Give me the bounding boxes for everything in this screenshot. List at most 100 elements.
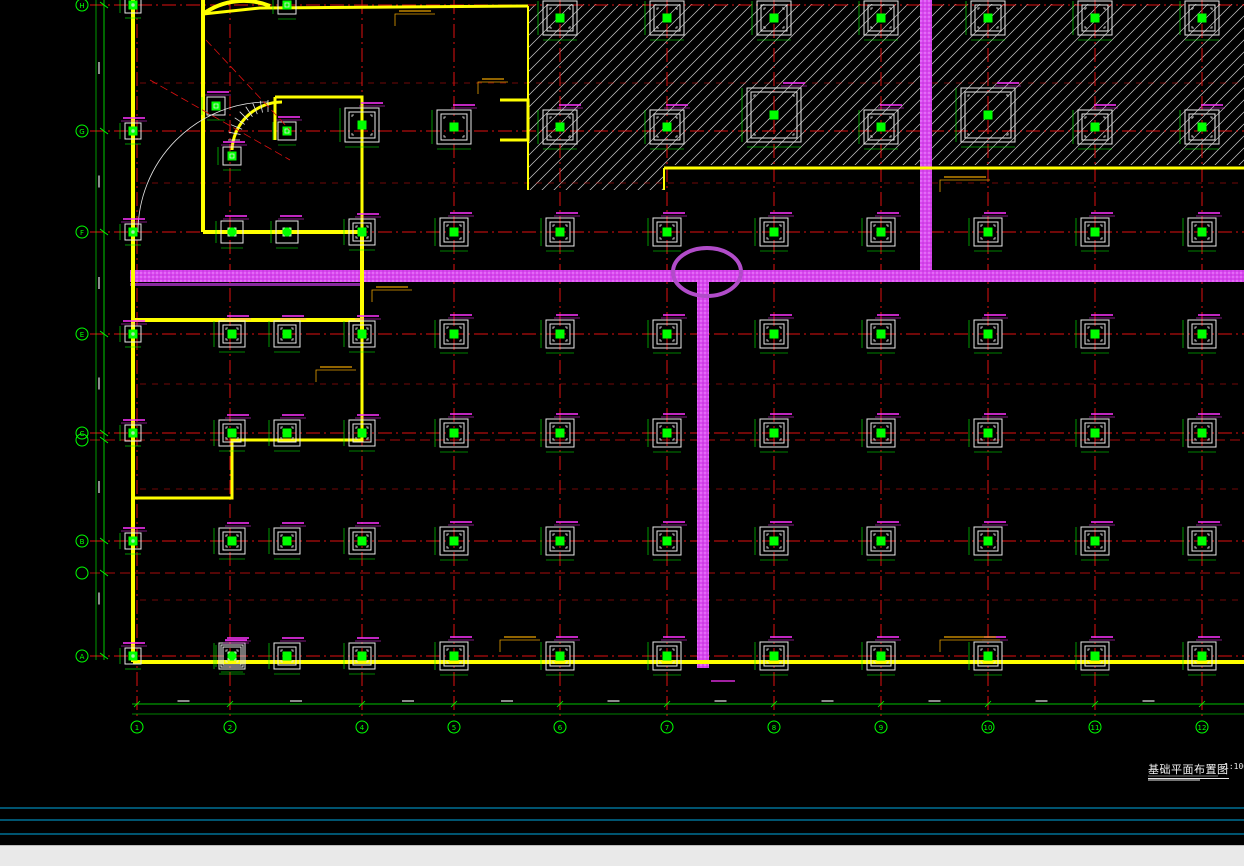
- axis-bubble-row-label: E: [80, 331, 84, 339]
- footing: [434, 217, 469, 252]
- footing: [119, 325, 142, 348]
- column: [1197, 536, 1207, 546]
- footing: [434, 319, 469, 354]
- footing: [647, 641, 682, 676]
- axis-bubble-col-label: 2: [228, 724, 232, 732]
- column: [769, 110, 779, 120]
- column: [128, 651, 138, 661]
- footing: [647, 418, 682, 453]
- axis-bubble-col-label: 1: [135, 724, 139, 732]
- footing: [754, 418, 789, 453]
- column: [983, 329, 993, 339]
- column: [449, 428, 459, 438]
- axis-bubble-row-label: B: [80, 538, 85, 546]
- column: [876, 536, 886, 546]
- column: [876, 651, 886, 661]
- column: [876, 428, 886, 438]
- footing: [861, 319, 896, 354]
- column: [282, 227, 292, 237]
- column: [983, 536, 993, 546]
- column: [1090, 13, 1100, 23]
- footing: [647, 526, 682, 561]
- wall-inner-step: [203, 230, 364, 333]
- annotation-leader: [394, 13, 435, 26]
- column: [128, 0, 138, 10]
- column: [282, 651, 292, 661]
- column: [227, 151, 237, 161]
- column: [769, 329, 779, 339]
- grade-beam-horizontal: [130, 270, 1244, 282]
- column: [662, 122, 672, 132]
- column: [449, 227, 459, 237]
- footing: [968, 319, 1003, 354]
- column: [1090, 227, 1100, 237]
- column: [1090, 122, 1100, 132]
- column: [555, 329, 565, 339]
- footing: [339, 107, 380, 148]
- footing: [343, 419, 376, 452]
- column: [357, 329, 367, 339]
- column: [282, 536, 292, 546]
- footing: [968, 641, 1003, 676]
- footing: [343, 218, 376, 251]
- column: [769, 651, 779, 661]
- column: [555, 13, 565, 23]
- column: [1197, 227, 1207, 237]
- drawing-scale: 1:100: [1224, 762, 1244, 771]
- axis-bubble-row-label: G: [79, 128, 84, 136]
- footing: [1075, 418, 1110, 453]
- wall-top: [202, 4, 529, 16]
- column: [769, 227, 779, 237]
- axis-bubble-col-label: 6: [558, 724, 563, 732]
- column: [357, 227, 367, 237]
- column: [128, 126, 138, 136]
- column: [449, 651, 459, 661]
- column: [555, 536, 565, 546]
- column: [282, 126, 292, 136]
- axis-bubble-col-label: 4: [360, 724, 365, 732]
- footing: [540, 319, 575, 354]
- annotation-leader: [499, 639, 540, 652]
- column: [128, 536, 138, 546]
- footing: [968, 217, 1003, 252]
- footing: [1182, 641, 1217, 676]
- column: [128, 329, 138, 339]
- grade-beam-vertical-upper: [920, 0, 932, 276]
- axis-bubble-row-label: H: [79, 2, 84, 10]
- column: [227, 536, 237, 546]
- footing: [268, 320, 301, 353]
- annotation-leader: [315, 369, 356, 382]
- column: [876, 122, 886, 132]
- command-line-bar[interactable]: [0, 845, 1244, 866]
- footing: [861, 418, 896, 453]
- footing: [1182, 319, 1217, 354]
- column: [128, 227, 138, 237]
- axis-bubble-row-label: F: [80, 229, 84, 237]
- column: [1197, 329, 1207, 339]
- column: [769, 13, 779, 23]
- footing: [540, 526, 575, 561]
- column: [983, 13, 993, 23]
- axis-bubble-col-label: 11: [1091, 724, 1100, 732]
- hatched-slab-area: [528, 4, 1244, 190]
- footing: [434, 641, 469, 676]
- column: [662, 227, 672, 237]
- footing: [1182, 526, 1217, 561]
- column: [227, 428, 237, 438]
- column: [983, 428, 993, 438]
- footing: [119, 122, 142, 145]
- cad-drawing-canvas[interactable]: 1 2 4 5 6 7 8 9 10 11 12HGFECBA: [0, 0, 1244, 845]
- column: [876, 227, 886, 237]
- column: [1197, 428, 1207, 438]
- column: [662, 329, 672, 339]
- column: [449, 329, 459, 339]
- footing: [1182, 217, 1217, 252]
- column: [983, 110, 993, 120]
- footing: [540, 418, 575, 453]
- column: [211, 101, 221, 111]
- footing: [343, 320, 376, 353]
- column: [282, 428, 292, 438]
- axis-bubble-col-label: 8: [772, 724, 776, 732]
- column: [357, 428, 367, 438]
- footing: [968, 526, 1003, 561]
